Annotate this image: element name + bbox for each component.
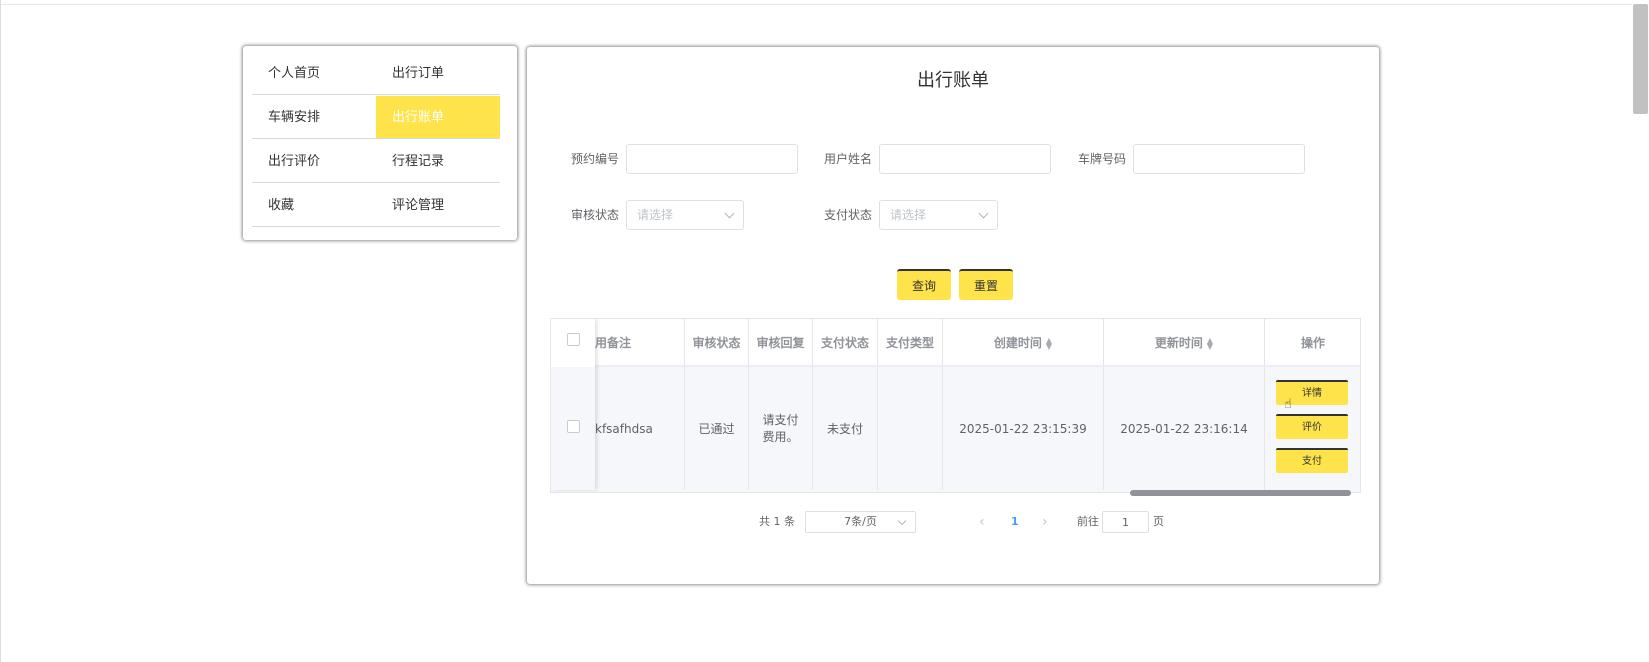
cell-remark: kfsafhdsa bbox=[595, 367, 685, 490]
sidebar-item-bills[interactable]: 出行账单 bbox=[376, 96, 500, 139]
bill-panel: 出行账单 预约编号 用户姓名 车牌号码 审核状态 请选择 支付状态 请选择 查询… bbox=[527, 47, 1379, 584]
page-size-select[interactable]: 7条/页 bbox=[805, 511, 916, 533]
user-name-label: 用户姓名 bbox=[824, 152, 873, 166]
pagination-total: 共 1 条 bbox=[759, 515, 795, 528]
page-title: 出行账单 bbox=[917, 70, 989, 91]
column-header-pay-type: 支付类型 bbox=[878, 319, 943, 367]
page-scrollbar[interactable] bbox=[1632, 4, 1649, 662]
select-all-checkbox[interactable] bbox=[567, 333, 580, 346]
column-header-label: 用备注 bbox=[595, 336, 632, 350]
sort-icon[interactable]: ▲ ▼ bbox=[1046, 336, 1052, 350]
sidebar-item-vehicle[interactable]: 车辆安排 bbox=[252, 96, 376, 139]
page-number-current[interactable]: 1 bbox=[1011, 511, 1019, 533]
cell-created: 2025-01-22 23:15:39 bbox=[943, 367, 1104, 490]
review-status-placeholder: 请选择 bbox=[637, 208, 674, 222]
sort-icon[interactable]: ▲ ▼ bbox=[1207, 336, 1213, 350]
table-horizontal-scrollbar[interactable] bbox=[1130, 490, 1351, 496]
pay-status-select[interactable]: 请选择 bbox=[879, 200, 998, 230]
reset-button[interactable]: 重置 bbox=[959, 269, 1013, 300]
review-button[interactable]: 评价 bbox=[1276, 414, 1348, 439]
plate-no-input[interactable] bbox=[1133, 144, 1305, 174]
cell-review-status: 已通过 bbox=[685, 367, 749, 490]
column-header-review-reply: 审核回复 bbox=[749, 319, 813, 367]
sidebar-item-orders[interactable]: 出行订单 bbox=[376, 52, 500, 95]
cell-actions: 详情 评价 支付 bbox=[1265, 367, 1360, 490]
sidebar-item-reviews[interactable]: 出行评价 bbox=[252, 140, 376, 183]
user-name-input[interactable] bbox=[879, 144, 1051, 174]
column-header-updated[interactable]: 更新时间 ▲ ▼ bbox=[1104, 319, 1265, 367]
cell-updated: 2025-01-22 23:16:14 bbox=[1104, 367, 1265, 490]
page-unit-label: 页 bbox=[1153, 515, 1164, 528]
sidebar-item-home[interactable]: 个人首页 bbox=[252, 52, 376, 95]
sidebar-item-trips[interactable]: 行程记录 bbox=[376, 140, 500, 183]
column-header-pay-status: 支付状态 bbox=[813, 319, 878, 367]
chevron-down-icon bbox=[724, 208, 735, 219]
search-button[interactable]: 查询 bbox=[897, 269, 951, 300]
pay-status-label: 支付状态 bbox=[824, 208, 873, 222]
review-status-label: 审核状态 bbox=[571, 208, 620, 222]
booking-no-input[interactable] bbox=[626, 144, 798, 174]
bill-table: 用备注 审核状态 审核回复 支付状态 支付类型 创建时间 ▲ ▼ 更新时间 ▲ ▼ 操作… bbox=[550, 318, 1361, 493]
selection-column bbox=[551, 319, 595, 490]
page-left-border bbox=[0, 0, 1, 662]
chevron-down-icon bbox=[978, 208, 989, 219]
sidebar-menu: 个人首页 出行订单 车辆安排 出行账单 出行评价 行程记录 收藏 评论管理 bbox=[243, 46, 517, 240]
column-header-label: 更新时间 bbox=[1154, 336, 1203, 350]
review-status-select[interactable]: 请选择 bbox=[626, 200, 744, 230]
goto-label: 前往 bbox=[1077, 515, 1099, 528]
top-bar bbox=[0, 0, 1649, 5]
pay-status-placeholder: 请选择 bbox=[890, 208, 927, 222]
column-header-remark: 用备注 bbox=[595, 319, 685, 367]
row-checkbox[interactable] bbox=[567, 420, 580, 433]
booking-no-label: 预约编号 bbox=[571, 152, 620, 166]
column-header-label: 创建时间 bbox=[993, 336, 1042, 350]
cell-pay-type bbox=[878, 367, 943, 490]
page-size-value: 7条/页 bbox=[844, 515, 877, 528]
cell-pay-status: 未支付 bbox=[813, 367, 878, 490]
sidebar-item-favorites[interactable]: 收藏 bbox=[252, 184, 376, 227]
chevron-down-icon bbox=[897, 516, 907, 526]
hand-cursor-icon: ☝ bbox=[1284, 397, 1292, 412]
column-header-review-status: 审核状态 bbox=[685, 319, 749, 367]
sidebar-item-comments[interactable]: 评论管理 bbox=[376, 184, 500, 227]
column-header-created[interactable]: 创建时间 ▲ ▼ bbox=[943, 319, 1104, 367]
cell-review-reply: 请支付费用。 bbox=[749, 367, 813, 490]
pay-button[interactable]: 支付 bbox=[1276, 448, 1348, 473]
goto-page-input[interactable] bbox=[1102, 511, 1149, 533]
plate-no-label: 车牌号码 bbox=[1078, 152, 1127, 166]
page-scrollbar-thumb[interactable] bbox=[1633, 4, 1648, 114]
column-header-actions: 操作 bbox=[1265, 319, 1360, 367]
next-page-icon[interactable]: › bbox=[1042, 511, 1048, 533]
prev-page-icon[interactable]: ‹ bbox=[979, 511, 985, 533]
